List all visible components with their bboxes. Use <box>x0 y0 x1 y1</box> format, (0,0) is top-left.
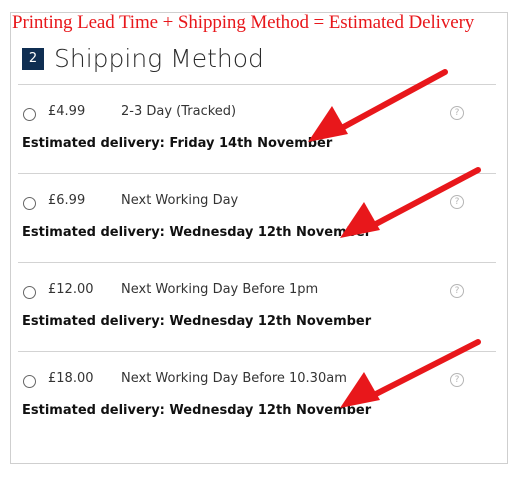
estimated-delivery: Estimated delivery: Friday 14th November <box>22 136 333 151</box>
option-price: £18.00 <box>48 371 94 386</box>
radio-button[interactable] <box>23 197 36 210</box>
divider <box>18 262 496 263</box>
radio-button[interactable] <box>23 375 36 388</box>
shipping-option-before-1030am[interactable]: £18.00 Next Working Day Before 10.30am ?… <box>18 363 496 448</box>
shipping-option-before-1pm[interactable]: £12.00 Next Working Day Before 1pm ? Est… <box>18 274 496 359</box>
divider <box>18 351 496 352</box>
radio-button[interactable] <box>23 286 36 299</box>
shipping-option-next-day[interactable]: £6.99 Next Working Day ? Estimated deliv… <box>18 185 496 270</box>
option-price: £6.99 <box>48 193 86 208</box>
option-method: Next Working Day Before 1pm <box>121 282 319 297</box>
section-title: Shipping Method <box>54 44 264 73</box>
option-method: Next Working Day <box>121 193 239 208</box>
divider <box>18 84 496 85</box>
radio-button[interactable] <box>23 108 36 121</box>
shipping-option-standard[interactable]: £4.99 2-3 Day (Tracked) ? Estimated deli… <box>18 96 496 181</box>
option-price: £12.00 <box>48 282 94 297</box>
estimated-delivery: Estimated delivery: Wednesday 12th Novem… <box>22 225 372 240</box>
help-icon[interactable]: ? <box>450 373 464 387</box>
option-price: £4.99 <box>48 104 86 119</box>
estimated-delivery: Estimated delivery: Wednesday 12th Novem… <box>22 314 372 329</box>
help-icon[interactable]: ? <box>450 284 464 298</box>
option-method: 2-3 Day (Tracked) <box>121 104 237 119</box>
divider <box>18 173 496 174</box>
annotation-banner: Printing Lead Time + Shipping Method = E… <box>12 12 475 33</box>
step-number-badge: 2 <box>22 47 44 70</box>
estimated-delivery: Estimated delivery: Wednesday 12th Novem… <box>22 403 372 418</box>
help-icon[interactable]: ? <box>450 195 464 209</box>
help-icon[interactable]: ? <box>450 106 464 120</box>
option-method: Next Working Day Before 10.30am <box>121 371 347 386</box>
section-header: 2 Shipping Method <box>22 44 264 73</box>
